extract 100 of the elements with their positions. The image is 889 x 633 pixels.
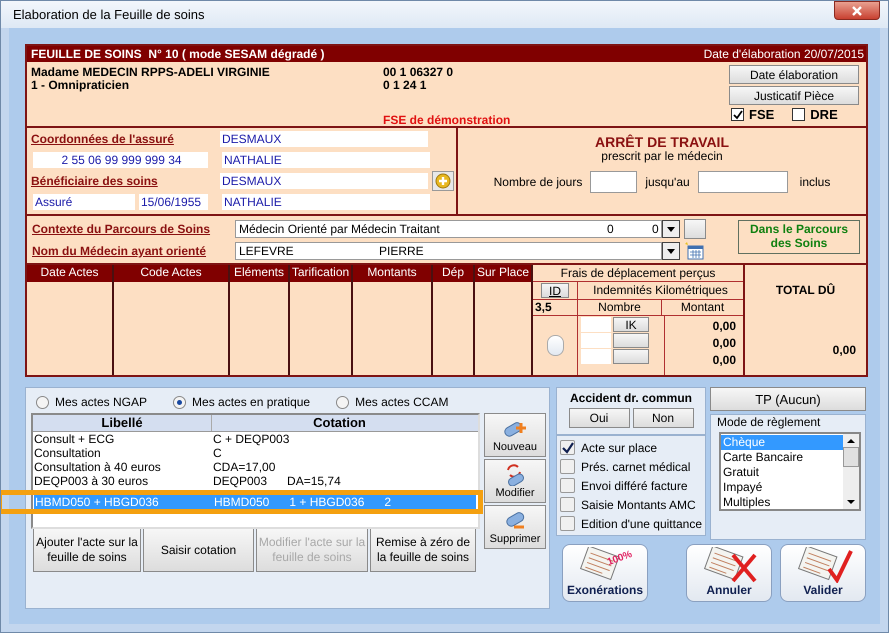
act-button[interactable]: Saisir cotation — [143, 528, 254, 572]
amount-value: 0,00 — [712, 352, 736, 369]
column-header: Cotation — [312, 415, 367, 431]
list-row[interactable]: DEQP003 à 30 euros DEQP003 DA=15,74 — [33, 474, 478, 488]
list-item[interactable]: Carte Bancaire — [721, 450, 843, 465]
creation-date: Date d'élaboration 20/07/2015 — [704, 47, 864, 61]
column-header: Montants — [353, 265, 431, 282]
checkbox-label: Acte sur place — [581, 440, 658, 454]
list-item[interactable]: Gratuit — [721, 465, 843, 480]
act-button[interactable]: Remise à zéro de la feuille de soins — [370, 528, 476, 572]
number-field[interactable] — [581, 317, 611, 332]
quality-field[interactable]: Assuré — [33, 194, 135, 210]
list-row[interactable]: Consultation à 40 euros CDA=17,00 — [33, 460, 478, 474]
amount-value: 0,00 — [712, 335, 736, 352]
tp-button[interactable]: TP (Aucun) — [710, 387, 866, 411]
checkbox[interactable] — [560, 516, 575, 531]
insurance-number-field[interactable]: 2 55 06 99 999 999 34 — [33, 152, 208, 168]
checkbox[interactable] — [792, 108, 806, 121]
work-stop-subtitle: prescrit par le médecin — [601, 150, 723, 163]
checkbox[interactable] — [560, 440, 575, 455]
checkbox-label: FSE — [749, 107, 774, 122]
header-button[interactable]: Date élaboration — [729, 65, 859, 84]
id-button[interactable]: ID — [541, 283, 569, 298]
caret-icon — [667, 248, 675, 254]
column-header: Dép — [433, 265, 473, 282]
inclusive-label: inclus — [800, 175, 830, 189]
checkbox[interactable] — [560, 497, 575, 512]
close-button[interactable] — [834, 1, 880, 20]
dropdown-button[interactable] — [662, 220, 680, 238]
answer-button[interactable]: Oui — [568, 408, 630, 428]
action-button[interactable]: 100% Exonérations — [562, 544, 648, 602]
checkbox[interactable] — [560, 459, 575, 474]
checkbox-label: DRE — [810, 107, 838, 122]
side-button[interactable]: Modifier — [484, 459, 546, 503]
travel-fees-title: Frais de déplacement perçus — [533, 265, 743, 282]
amount-value: 0,00 — [712, 318, 736, 335]
blank-button[interactable] — [613, 333, 649, 348]
radio-button[interactable] — [336, 396, 350, 408]
ik-button[interactable]: IK — [613, 317, 649, 332]
header-button[interactable]: Justicatif Pièce — [729, 86, 859, 105]
action-button[interactable]: Valider — [780, 544, 866, 602]
surname-field[interactable]: DESMAUX — [220, 173, 428, 189]
total-value: 0,00 — [832, 343, 856, 357]
until-label: jusqu'au — [645, 175, 690, 189]
referring-doctor-dropdown[interactable]: LEFEVRE PIERRE — [235, 242, 662, 260]
radio-button[interactable] — [173, 396, 186, 408]
radio-label: Mes actes NGAP — [55, 395, 148, 409]
checkbox[interactable] — [731, 108, 744, 121]
column-header: Sur Place — [475, 265, 531, 282]
practitioner-name: Madame MEDECIN RPPS-ADELI VIRGINIE — [31, 66, 271, 79]
caret-icon — [667, 226, 675, 232]
calendar-icon[interactable] — [684, 242, 704, 260]
group-title: Mode de règlement — [715, 415, 822, 429]
firstname-field[interactable]: NATHALIE — [222, 152, 430, 168]
column-header: Date Actes — [27, 265, 112, 282]
firstname-field[interactable]: NATHALIE — [222, 194, 430, 210]
column-header: Code Actes — [114, 265, 228, 282]
date-field[interactable] — [698, 171, 788, 193]
act-button[interactable]: Ajouter l'acte sur la feuille de soins — [33, 528, 141, 572]
add-button[interactable] — [432, 171, 454, 191]
care-path-status: Dans le Parcours des Soins — [738, 220, 860, 254]
work-stop-title: ARRÊT DE TRAVAIL — [594, 135, 730, 150]
radio-button[interactable] — [36, 396, 49, 408]
number-field[interactable] — [581, 349, 611, 364]
id-value: 3,5 — [533, 300, 577, 316]
list-item[interactable]: Multiples — [721, 495, 843, 510]
sheet-title: FEUILLE DE SOINS N° 10 ( mode SESAM dégradé ) — [31, 47, 325, 61]
number-field[interactable] — [581, 333, 611, 348]
column-header: Montant — [680, 300, 726, 315]
context-dropdown[interactable]: Médecin Orienté par Médecin Traitant 0 0 — [235, 220, 662, 238]
checkbox[interactable] — [546, 335, 564, 356]
days-label: Nombre de jours — [494, 175, 582, 189]
accident-title: Accident dr. commun — [570, 391, 692, 405]
close-icon — [851, 6, 863, 16]
referring-doctor-label: Nom du Médecin ayant orienté — [32, 244, 208, 258]
section-label: Coordonnées de l'assuré — [31, 132, 175, 146]
scrollbar[interactable] — [843, 434, 859, 509]
checkbox-label: Saisie Montants AMC — [581, 498, 696, 512]
checkbox-label: Envoi différé facture — [581, 478, 688, 492]
section-label: Bénéficiaire des soins — [31, 174, 159, 188]
answer-button[interactable]: Non — [632, 408, 694, 428]
window-title: Elaboration de la Feuille de soins — [13, 7, 205, 22]
birthdate-field[interactable]: 15/06/1955 — [139, 194, 208, 210]
mileage-title: Indemnités Kilométriques — [578, 282, 743, 300]
radio-label: Mes actes en pratique — [192, 395, 310, 409]
side-button[interactable]: Nouveau — [484, 413, 546, 457]
checkbox-label: Edition d'une quittance — [580, 516, 702, 530]
action-button[interactable]: Annuler — [686, 544, 772, 602]
blank-button[interactable] — [613, 349, 649, 364]
surname-field[interactable]: DESMAUX — [220, 131, 428, 147]
list-row[interactable]: Consult + ECG C + DEQP003 — [33, 432, 478, 446]
dropdown-button[interactable] — [662, 242, 680, 260]
total-label: TOTAL DÛ — [776, 283, 836, 297]
demo-notice: FSE de démonstration — [383, 114, 512, 127]
checkbox[interactable] — [560, 478, 575, 493]
list-item[interactable]: Impayé — [721, 480, 843, 495]
side-button[interactable]: Supprimer — [484, 505, 546, 549]
practitioner-code: 0 1 24 1 — [383, 79, 428, 92]
days-field[interactable] — [590, 171, 638, 193]
list-row[interactable]: Consultation C — [33, 446, 478, 460]
